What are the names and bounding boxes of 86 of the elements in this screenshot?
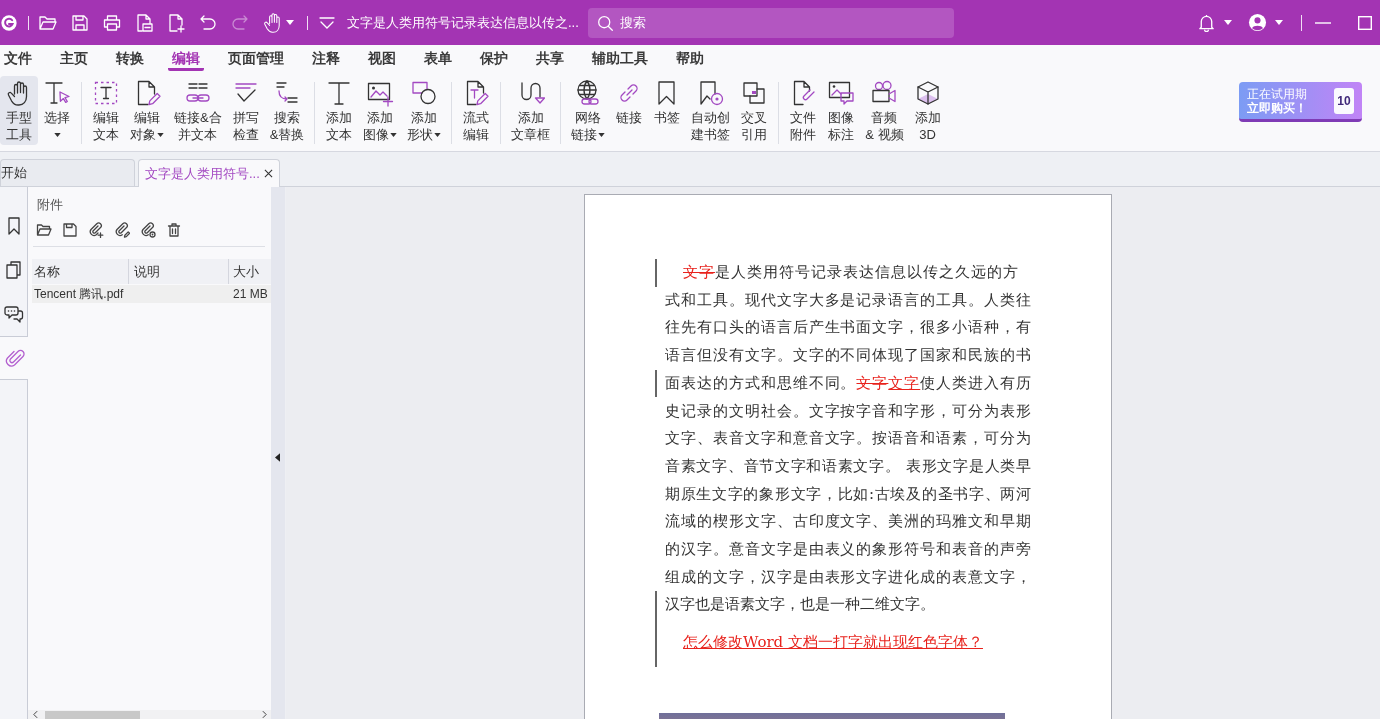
- menu-tab[interactable]: 表单: [420, 45, 456, 71]
- shapes-icon: [410, 79, 439, 107]
- table-cell-text: 21 MB: [232, 287, 269, 301]
- image-comment-icon: [827, 79, 856, 107]
- save-icon[interactable]: [62, 222, 78, 238]
- ribbon-button[interactable]: 图像 标注: [822, 76, 861, 145]
- ribbon-button[interactable]: 书签: [648, 76, 687, 145]
- text-cursor-icon: [43, 79, 71, 107]
- ribbon-button[interactable]: 自动创 建书签: [686, 76, 736, 145]
- arrow-right-icon[interactable]: [262, 711, 267, 718]
- column-header[interactable]: 说明: [129, 259, 229, 284]
- caret-icon[interactable]: [598, 132, 606, 137]
- ribbon-button[interactable]: 链接&合 并文本: [169, 76, 227, 145]
- paperclip-icon: [4, 348, 25, 368]
- menu-tab[interactable]: 共享: [532, 45, 568, 71]
- search-field[interactable]: 搜索: [587, 7, 954, 38]
- printer-icon[interactable]: [102, 12, 122, 33]
- folder-icon[interactable]: [36, 222, 52, 238]
- menu-tab[interactable]: 注释: [308, 45, 344, 71]
- ribbon-button[interactable]: 搜索 &替换: [264, 76, 310, 145]
- document-tab[interactable]: 开始: [0, 159, 135, 186]
- caret-icon[interactable]: [286, 20, 294, 25]
- ribbon-button[interactable]: 编辑 对象: [125, 76, 169, 145]
- ribbon-button[interactable]: 添加 文章框: [506, 76, 556, 145]
- search-icon: [596, 14, 614, 32]
- ribbon-button[interactable]: 添加 图像: [358, 76, 403, 145]
- trash-icon[interactable]: [166, 222, 182, 238]
- document-link[interactable]: 怎么修改Word 文档一打字就出现红色字体？: [683, 629, 983, 657]
- table-row[interactable]: Tencent 腾讯.pdf 21 MB: [32, 285, 271, 303]
- column-header[interactable]: 大小: [229, 259, 271, 284]
- paperclip-plus-icon[interactable]: [88, 222, 104, 238]
- ribbon-button[interactable]: 选择: [38, 76, 76, 145]
- menu-tab[interactable]: 页面管理: [224, 45, 288, 71]
- trial-button[interactable]: 正在试用期 立即购买！ 10: [1239, 82, 1362, 122]
- caret-icon[interactable]: [434, 132, 442, 137]
- collapse-handle[interactable]: [271, 187, 286, 719]
- paperclip-pencil-icon[interactable]: [114, 222, 130, 238]
- table-cell-text: Tencent 腾讯.pdf: [33, 285, 125, 303]
- ribbon-button[interactable]: 链接: [610, 76, 649, 145]
- bell-icon[interactable]: [1197, 13, 1216, 32]
- menu-tab[interactable]: 帮助: [672, 45, 708, 71]
- save-icon[interactable]: [70, 12, 90, 33]
- arrow-left-icon[interactable]: [33, 711, 38, 718]
- horizontal-scrollbar[interactable]: [28, 710, 271, 719]
- caret-icon[interactable]: [1275, 20, 1283, 25]
- panel-title: 附件: [37, 197, 63, 213]
- ribbon-button[interactable]: 编辑 文本: [87, 76, 125, 145]
- document-title: 文字是人类用符号记录表达信息以传之...: [347, 13, 579, 32]
- menu-tab[interactable]: 编辑: [168, 45, 204, 71]
- document-box-icon[interactable]: [134, 12, 154, 33]
- ribbon-button[interactable]: 网络 链接: [566, 76, 611, 145]
- menu-tab[interactable]: 文件: [0, 45, 36, 71]
- menu-tab[interactable]: 视图: [364, 45, 400, 71]
- text-frame-icon: [92, 79, 120, 107]
- ribbon-button[interactable]: 文件 附件: [784, 76, 823, 145]
- paperclip-gear-icon[interactable]: [140, 222, 156, 238]
- hand-icon[interactable]: [262, 12, 282, 33]
- speech-bubbles-icon: [4, 304, 24, 324]
- ribbon-button[interactable]: 手型 工具: [0, 76, 38, 145]
- menu-tab[interactable]: 转换: [112, 45, 148, 71]
- menu-tab[interactable]: 主页: [56, 45, 92, 71]
- user-avatar-icon[interactable]: [1248, 13, 1267, 32]
- ribbon-button[interactable]: 音频 & 视频: [860, 76, 909, 145]
- ribbon-button[interactable]: 拼写 检查: [226, 76, 265, 145]
- maximize-icon[interactable]: [1358, 15, 1372, 30]
- document-tab[interactable]: 文字是人类用符号...: [138, 159, 280, 187]
- column-header[interactable]: 名称: [32, 259, 129, 284]
- ribbon-button[interactable]: 添加 3D: [908, 76, 947, 145]
- menu-tab[interactable]: 保护: [476, 45, 512, 71]
- ribbon-button[interactable]: 流式 编辑: [457, 76, 496, 145]
- scrollbar-thumb[interactable]: [45, 710, 140, 719]
- new-document-icon[interactable]: [166, 12, 186, 33]
- minimize-icon[interactable]: [1315, 21, 1331, 24]
- ribbon-button[interactable]: 添加 文本: [320, 76, 359, 145]
- ribbon-button[interactable]: 交叉 引用: [735, 76, 774, 145]
- pages-icon: [4, 260, 24, 280]
- ribbon-button[interactable]: 添加 形状: [402, 76, 447, 145]
- triangle-left-icon: [274, 452, 280, 462]
- caret-icon[interactable]: [157, 132, 164, 137]
- caret-icon[interactable]: [54, 132, 61, 137]
- document-paragraph: 文字是人类用符号记录表达信息以传之久远的方 式和工具。现代文字大多是记录语言的工具。人类往 往先有口头的语言后产生书面文字，很多小语种，有 语言但没有文字。文字的不同体现了国家和民族的书 面表达的方式和思维不同。文字文字使人类进入有历 史记录的文明社会。文字按字音和字形，可分为表形 文字、表音文字和意音文字。按语音和语素，可分为 音素文字、音节文字和语素文字。 表形文字是人类早 期原生文字的象形文字，比如:古埃及的圣书字、两河 流域的楔形文字、古印度文字、美洲的玛雅文和早期 的汉字。意音文字是由表义的象形符号和表音的声旁 组成的文字，汉字是由表形文字进化成的表意文字， 汉字也是语素文字，也是一种二维文字。: [665, 262, 1031, 616]
- day-count-badge: 10: [1334, 87, 1354, 114]
- caret-icon[interactable]: [390, 132, 398, 137]
- caret-icon[interactable]: [1224, 20, 1232, 25]
- close-icon[interactable]: [264, 169, 273, 178]
- menu-tab[interactable]: 辅助工具: [588, 45, 652, 71]
